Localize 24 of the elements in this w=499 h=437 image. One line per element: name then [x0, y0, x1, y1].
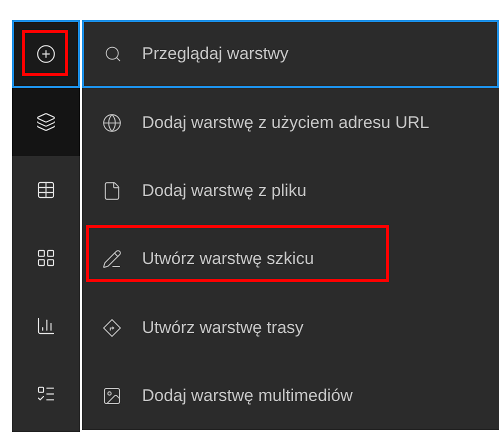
file-icon	[102, 180, 122, 201]
menu-item-label: Dodaj warstwę multimediów	[142, 385, 353, 408]
search-field[interactable]: Przeglądaj warstwy	[82, 20, 499, 88]
menu-item-label: Dodaj warstwę z pliku	[142, 180, 306, 202]
menu-item[interactable]: Utwórz warstwę trasy	[82, 293, 499, 362]
menu-item[interactable]: Dodaj warstwę multimediów	[82, 362, 499, 430]
menu-item-label: Utwórz warstwę trasy	[142, 316, 304, 339]
route-icon	[102, 318, 122, 338]
sidebar-button[interactable]	[12, 20, 80, 88]
add-icon	[36, 44, 56, 64]
menu-item[interactable]: Dodaj warstwę z pliku	[82, 156, 499, 226]
menu-item[interactable]: Utwórz warstwę szkicu	[82, 225, 499, 294]
search-icon	[104, 45, 122, 64]
grid-icon	[36, 248, 56, 268]
menu-item-label: Utwórz warstwę szkicu	[142, 248, 314, 270]
table-icon	[36, 180, 56, 200]
menu-item[interactable]: Dodaj warstwę z użyciem adresu URL	[82, 88, 499, 157]
pencil-icon	[102, 249, 122, 270]
image-icon	[102, 386, 122, 406]
layers-icon	[36, 112, 56, 132]
globe-icon	[102, 112, 122, 133]
bar-chart-icon	[36, 316, 56, 336]
search-placeholder: Przeglądaj warstwy	[142, 43, 288, 66]
menu-item-label: Dodaj warstwę z użyciem adresu URL	[142, 112, 430, 134]
